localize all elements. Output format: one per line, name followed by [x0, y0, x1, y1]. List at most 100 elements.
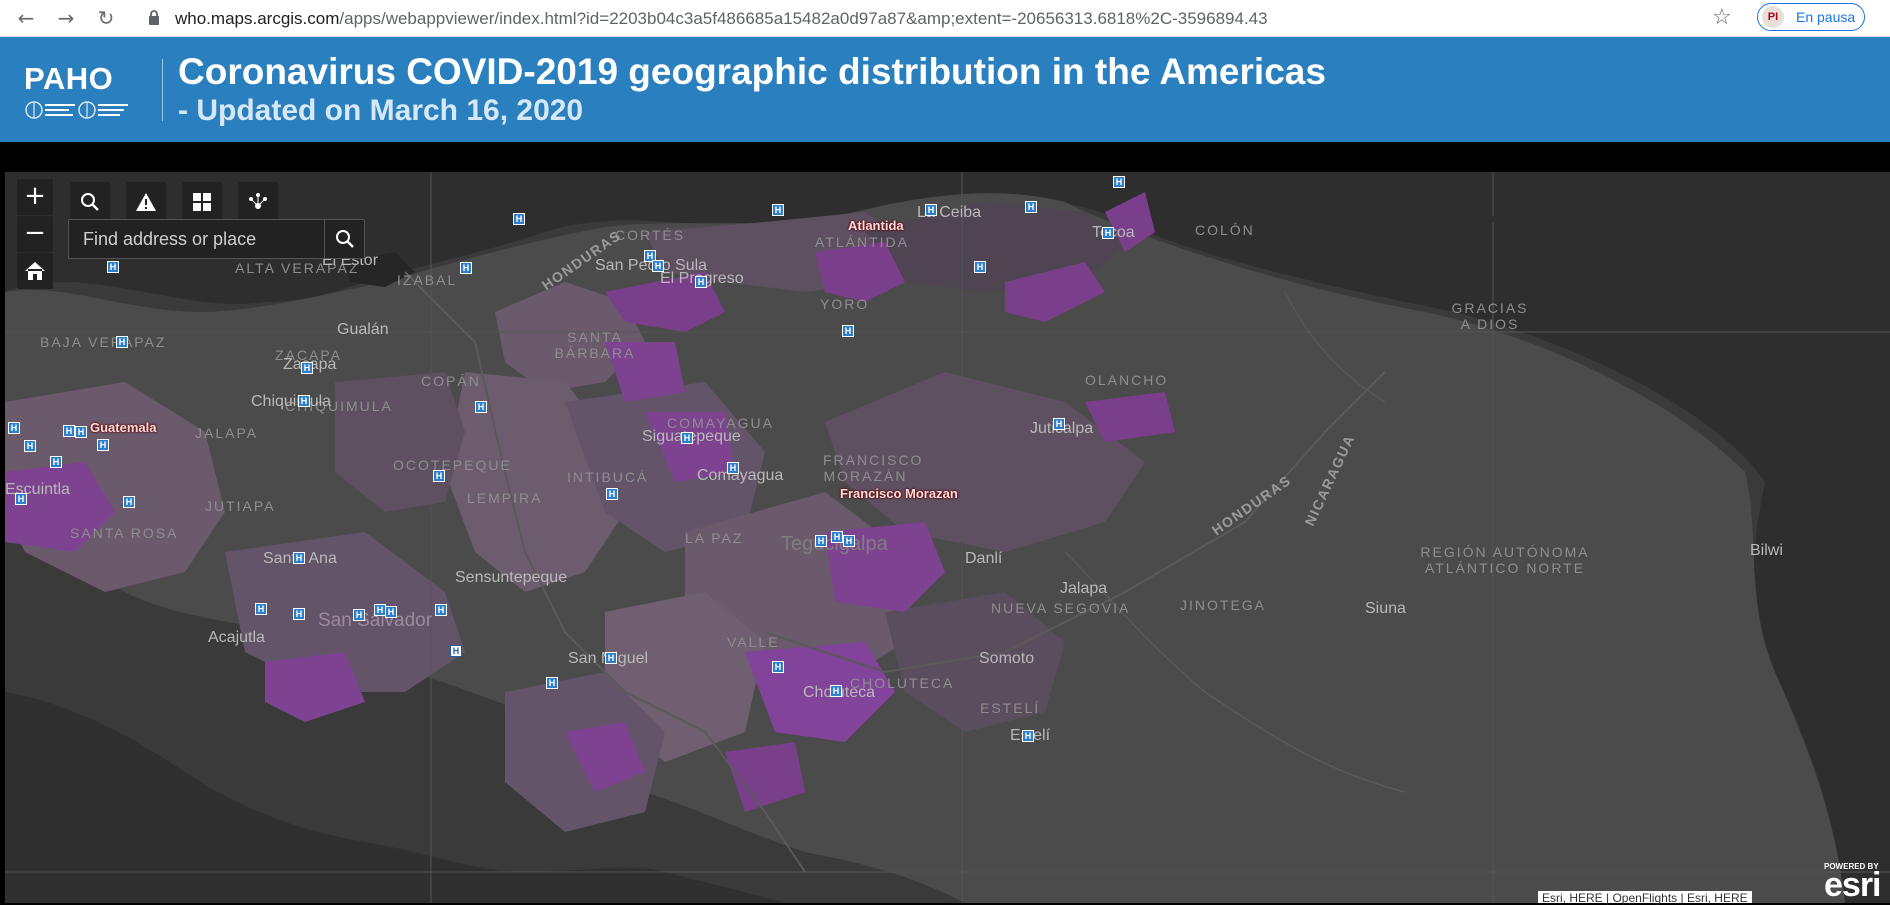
hospital-marker[interactable]: H — [293, 608, 305, 620]
hospital-marker[interactable]: H — [974, 261, 986, 273]
city-label: Somoto — [979, 650, 1035, 667]
hospital-marker[interactable]: H — [513, 213, 525, 225]
hospital-marker[interactable]: H — [546, 677, 558, 689]
hospital-marker[interactable]: H — [385, 606, 397, 618]
search-icon — [336, 230, 354, 248]
region-label: SANTA ROSA — [70, 525, 179, 541]
hospital-marker[interactable]: H — [460, 262, 472, 274]
city-label: Comayagua — [697, 467, 784, 484]
hospital-marker[interactable]: H — [652, 260, 664, 272]
case-label-guatemala[interactable]: Guatemala — [90, 420, 156, 435]
case-label-atlantida[interactable]: Atlantida — [848, 218, 904, 233]
hospital-marker[interactable]: H — [353, 609, 365, 621]
region-label: IZABAL — [397, 272, 458, 288]
hospital-marker[interactable]: H — [695, 276, 707, 288]
search-submit-button[interactable] — [324, 220, 364, 258]
layers-button[interactable] — [238, 182, 278, 222]
region-label: INTIBUCÁ — [567, 469, 649, 485]
basemap-gallery-button[interactable] — [182, 182, 222, 222]
hospital-marker[interactable]: H — [298, 395, 310, 407]
region-label: GRACIAS A DIOS — [1451, 300, 1529, 332]
hospital-marker[interactable]: H — [97, 439, 109, 451]
region-label: CORTÉS — [615, 227, 686, 243]
region-label: OLANCHO — [1085, 372, 1169, 388]
back-icon[interactable]: ← — [14, 6, 38, 30]
hospital-marker[interactable]: H — [63, 425, 75, 437]
city-label: Acajutla — [208, 629, 265, 646]
paho-who-emblem-icon — [25, 101, 128, 119]
profile-status: En pausa — [1796, 9, 1856, 25]
zoom-out-button[interactable]: − — [17, 216, 53, 252]
reload-icon[interactable]: ↻ — [94, 6, 118, 30]
region-label: REGIÓN AUTÓNOMA ATLÁNTICO NORTE — [1420, 544, 1590, 576]
lock-icon — [149, 10, 159, 25]
basemap — [5, 172, 1890, 903]
region-label: YORO — [820, 296, 870, 312]
search-widget-button[interactable] — [70, 182, 110, 222]
hospital-marker[interactable]: H — [433, 470, 445, 482]
region-label: JUTIAPA — [205, 498, 276, 514]
hospital-marker[interactable]: H — [815, 535, 827, 547]
header-divider — [162, 59, 163, 121]
case-label-francisco-morazan[interactable]: Francisco Morazan — [840, 486, 958, 501]
hospital-marker[interactable]: H — [1113, 176, 1125, 188]
region-label: VALLE — [727, 634, 780, 650]
page-subtitle: - Updated on March 16, 2020 — [178, 94, 584, 127]
city-label: Bilwi — [1750, 542, 1783, 559]
hospital-marker[interactable]: H — [24, 440, 36, 452]
home-icon — [25, 262, 45, 280]
region-label: ATLÁNTIDA — [815, 234, 909, 250]
region-label: FRANCISCO MORAZÁN — [823, 452, 924, 484]
hospital-marker[interactable]: H — [605, 652, 617, 664]
hospital-marker[interactable]: H — [842, 325, 854, 337]
city-label: Sensuntepeque — [455, 569, 568, 586]
hospital-marker[interactable]: H — [8, 422, 20, 434]
profile-button[interactable]: PI En pausa — [1757, 3, 1865, 31]
address-bar[interactable]: who.maps.arcgis.com/apps/webappviewer/in… — [175, 9, 1268, 29]
city-label: Jalapa — [1060, 580, 1108, 597]
hospital-marker[interactable]: H — [107, 261, 119, 273]
url-path: /apps/webappviewer/index.html?id=2203b04… — [339, 9, 1268, 28]
hospital-marker[interactable]: H — [831, 531, 843, 543]
alert-button[interactable] — [126, 182, 166, 222]
hospital-marker[interactable]: H — [606, 488, 618, 500]
hospital-marker[interactable]: H — [925, 204, 937, 216]
hospital-marker[interactable]: H — [681, 432, 693, 444]
hospital-marker[interactable]: H — [75, 426, 87, 438]
hospital-marker[interactable]: H — [116, 336, 128, 348]
hospital-marker[interactable]: H — [293, 552, 305, 564]
header-spacer — [0, 142, 1890, 172]
region-label: NUEVA SEGOVIA — [991, 600, 1131, 616]
city-label: Chiquimula — [251, 393, 332, 410]
hospital-marker[interactable]: H — [435, 604, 447, 616]
hospital-marker[interactable]: H — [15, 493, 27, 505]
zoom-in-button[interactable]: + — [17, 179, 53, 215]
network-icon — [249, 193, 267, 209]
home-button[interactable] — [17, 253, 53, 289]
region-label: OCOTEPEQUE — [393, 457, 512, 473]
hospital-marker[interactable]: H — [255, 603, 267, 615]
map-view[interactable]: ALTA VERAPAZ IZABAL BAJA VERAPAZ ZACAPA … — [5, 172, 1890, 903]
hospital-marker[interactable]: H — [772, 661, 784, 673]
hospital-marker[interactable]: H — [843, 535, 855, 547]
hospital-marker[interactable]: H — [1025, 201, 1037, 213]
hospital-marker[interactable]: H — [772, 204, 784, 216]
page-title: Coronavirus COVID-2019 geographic distri… — [178, 51, 1326, 92]
esri-logo[interactable]: POWERED BY esri — [1824, 862, 1881, 902]
hospital-marker[interactable]: H — [1102, 227, 1114, 239]
forward-icon[interactable]: → — [54, 6, 78, 30]
grid-icon — [193, 193, 211, 211]
hospital-marker[interactable]: H — [1022, 730, 1034, 742]
search-input[interactable] — [69, 220, 319, 258]
region-label: LEMPIRA — [467, 490, 543, 506]
hospital-marker[interactable]: H — [1053, 418, 1065, 430]
search-icon — [81, 193, 99, 211]
hospital-marker[interactable]: H — [727, 462, 739, 474]
hospital-marker[interactable]: H — [450, 645, 462, 657]
hospital-marker[interactable]: H — [50, 456, 62, 468]
hospital-marker[interactable]: H — [301, 362, 313, 374]
hospital-marker[interactable]: H — [475, 401, 487, 413]
hospital-marker[interactable]: H — [830, 685, 842, 697]
hospital-marker[interactable]: H — [123, 496, 135, 508]
bookmark-star-icon[interactable]: ☆ — [1712, 5, 1732, 30]
